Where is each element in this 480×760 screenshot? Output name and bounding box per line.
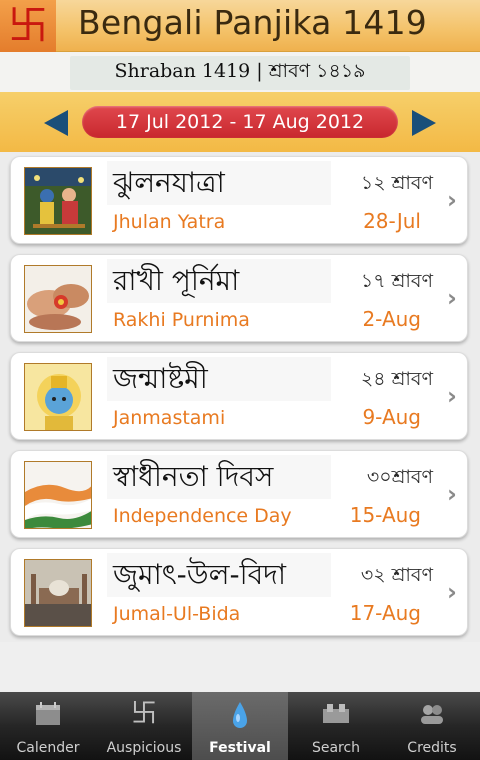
date-range-pill: 17 Jul 2012 - 17 Aug 2012 — [82, 106, 398, 138]
tab-label: Credits — [407, 740, 457, 756]
festival-bengali-name: রাখী পূর্নিমা — [107, 259, 331, 303]
festival-card-janmastami[interactable]: জন্মাষ্টমী Janmastami ২৪ শ্রাবণ 9-Aug › — [10, 352, 468, 440]
festival-bengali-name: জন্মাষ্টমী — [107, 357, 331, 401]
rakhi-thumbnail-icon — [24, 265, 92, 333]
baby-krishna-thumbnail-icon — [24, 363, 92, 431]
chevron-right-icon: › — [447, 480, 457, 508]
calendar-icon — [32, 700, 64, 728]
festival-card-jumal-ul-bida[interactable]: জুমাৎ-উল-বিদা Jumal-Ul-Bida ৩২ শ্রাবণ 17… — [10, 548, 468, 636]
chevron-right-icon: › — [447, 284, 457, 312]
festival-english-date: 17-Aug — [349, 601, 421, 625]
mosque-thumbnail-icon — [24, 559, 92, 627]
people-icon — [416, 700, 448, 728]
festival-list: ঝুলনযাত্রা Jhulan Yatra ১২ শ্রাবণ 28-Jul… — [0, 152, 480, 642]
bottom-tab-bar: Calender 卐 Auspicious Festival Search Cr… — [0, 692, 480, 760]
chevron-right-icon: › — [447, 382, 457, 410]
tab-label: Festival — [209, 740, 271, 756]
tab-calender[interactable]: Calender — [0, 692, 96, 760]
tab-credits[interactable]: Credits — [384, 692, 480, 760]
festival-english-date: 28-Jul — [363, 209, 421, 233]
festival-card-independence-day[interactable]: স্বাধীনতা দিবস Independence Day ৩০শ্রাবণ… — [10, 450, 468, 538]
tab-label: Search — [311, 740, 361, 756]
festival-bengali-name: জুমাৎ-উল-বিদা — [107, 553, 331, 597]
festival-bengali-date: ১২ শ্রাবণ — [360, 172, 433, 194]
tab-label: Auspicious — [106, 740, 182, 756]
festival-bengali-name: স্বাধীনতা দিবস — [107, 455, 331, 499]
logo-glyph: 卐 — [8, 3, 48, 49]
tab-search[interactable]: Search — [288, 692, 384, 760]
search-icon — [320, 700, 352, 728]
swastika-icon: 卐 — [130, 699, 157, 729]
chevron-right-icon: › — [447, 186, 457, 214]
festival-bengali-date: ৩২ শ্রাবণ — [360, 564, 433, 586]
tab-festival[interactable]: Festival — [192, 692, 288, 760]
chevron-right-icon: › — [447, 578, 457, 606]
festival-english-name: Janmastami — [113, 407, 226, 429]
festival-bengali-date: ২৪ শ্রাবণ — [360, 368, 433, 390]
next-month-arrow-icon[interactable] — [412, 110, 436, 136]
indian-flag-thumbnail-icon — [24, 461, 92, 529]
festival-english-name: Rakhi Purnima — [113, 309, 250, 331]
date-range-label: 17 Jul 2012 - 17 Aug 2012 — [115, 111, 365, 133]
festival-card-jhulan-yatra[interactable]: ঝুলনযাত্রা Jhulan Yatra ১২ শ্রাবণ 28-Jul… — [10, 156, 468, 244]
festival-english-name: Independence Day — [113, 505, 292, 527]
festival-english-name: Jhulan Yatra — [113, 211, 226, 233]
tab-label: Calender — [16, 740, 80, 756]
festival-english-date: 9-Aug — [362, 405, 421, 429]
festival-bengali-date: ৩০শ্রাবণ — [366, 466, 433, 488]
month-label: Shraban 1419 | শ্রাবণ ১৪১৯ — [114, 60, 366, 82]
festival-bengali-name: ঝুলনযাত্রা — [107, 161, 331, 205]
swastika-logo-icon: 卐 — [0, 0, 56, 52]
app-header: 卐 Bengali Panjika 1419 — [0, 0, 480, 52]
tab-auspicious[interactable]: 卐 Auspicious — [96, 692, 192, 760]
lamp-icon — [224, 700, 256, 728]
festival-english-date: 15-Aug — [349, 503, 421, 527]
empty-area — [0, 642, 480, 692]
festival-english-date: 2-Aug — [362, 307, 421, 331]
app-title: Bengali Panjika 1419 — [78, 3, 427, 42]
festival-card-rakhi-purnima[interactable]: রাখী পূর্নিমা Rakhi Purnima ১৭ শ্রাবণ 2-… — [10, 254, 468, 342]
prev-month-arrow-icon[interactable] — [44, 110, 68, 136]
festival-bengali-date: ১৭ শ্রাবণ — [360, 270, 433, 292]
month-label-bar: Shraban 1419 | শ্রাবণ ১৪১৯ — [70, 56, 410, 90]
radha-krishna-thumbnail-icon — [24, 167, 92, 235]
festival-english-name: Jumal-Ul-Bida — [113, 603, 241, 625]
